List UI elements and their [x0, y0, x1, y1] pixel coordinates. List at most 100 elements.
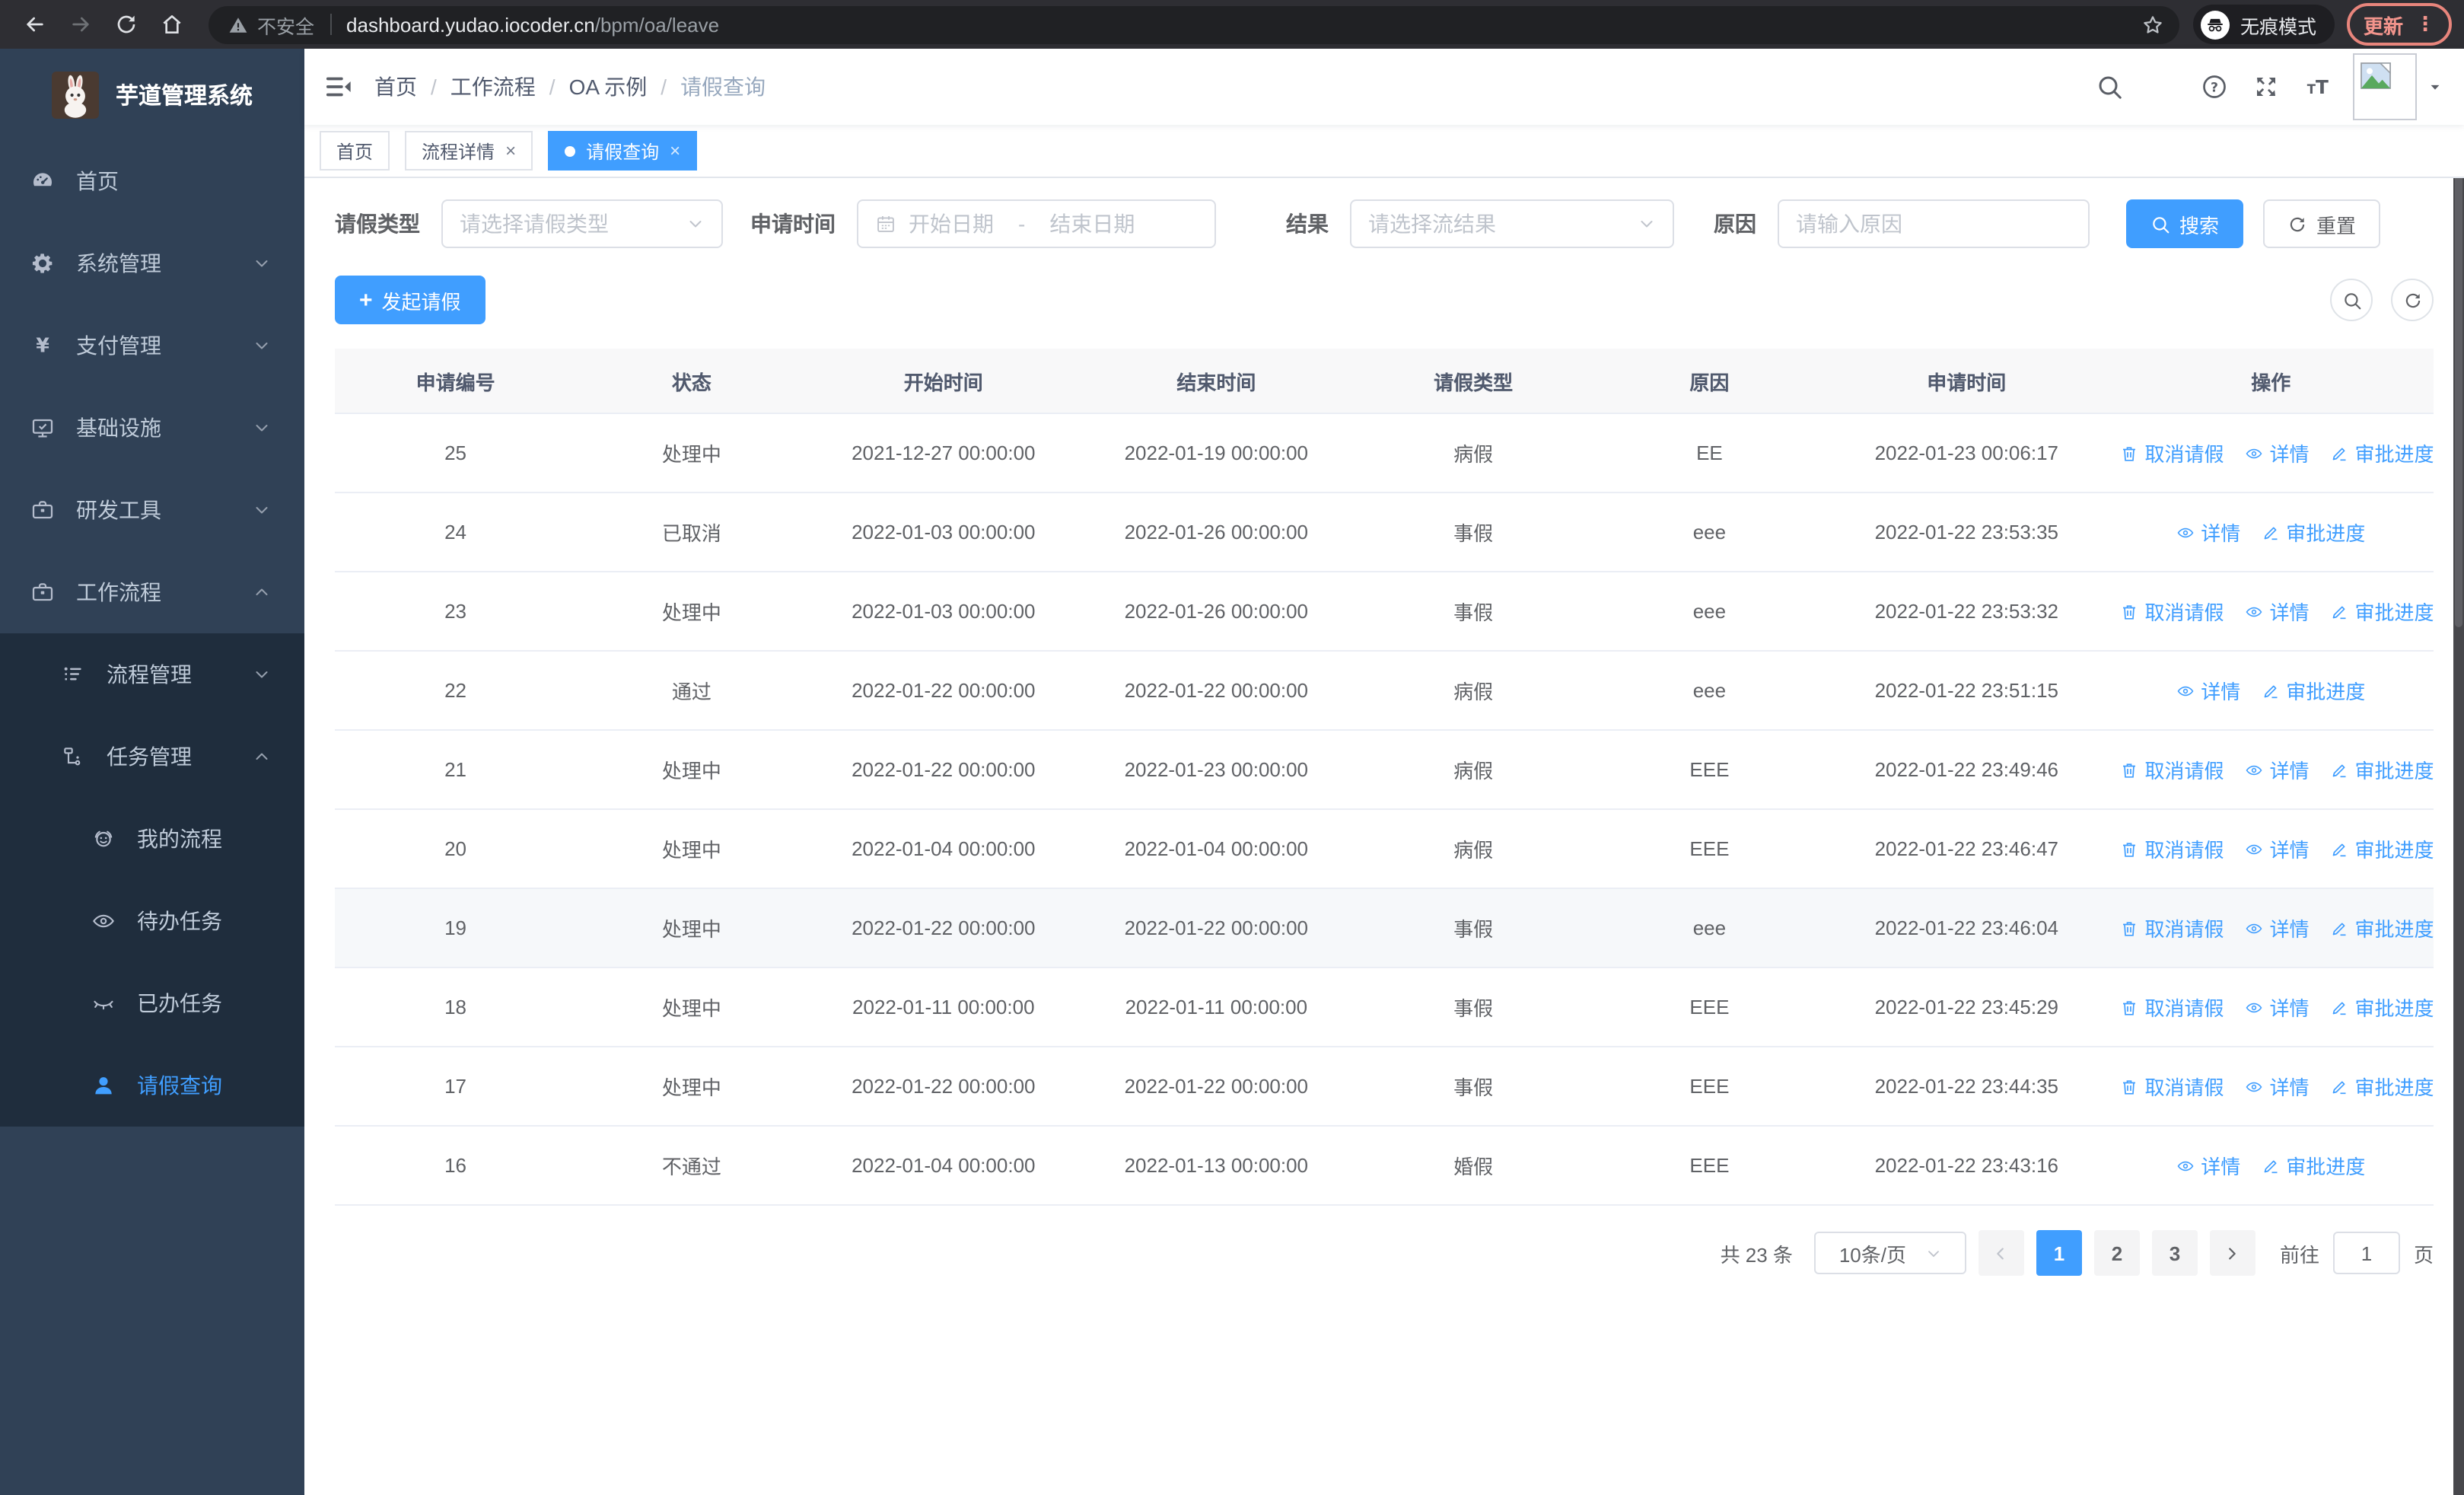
- action-cancel-link[interactable]: 取消请假: [2120, 993, 2224, 1022]
- browser-back-icon[interactable]: [15, 5, 55, 44]
- reset-button[interactable]: 重置: [2263, 199, 2381, 248]
- pencil-icon: [2331, 444, 2349, 462]
- fullscreen-icon[interactable]: [2252, 73, 2280, 100]
- svg-text:¥: ¥: [36, 334, 49, 357]
- action-progress-link[interactable]: 审批进度: [2331, 1072, 2434, 1101]
- chevron-right-icon: [2224, 1245, 2241, 1261]
- chevron-down-icon: [253, 254, 271, 273]
- action-cancel-link[interactable]: 取消请假: [2120, 834, 2224, 863]
- browser-menu-icon[interactable]: ⋮: [2415, 12, 2435, 37]
- range-separator: -: [1018, 212, 1026, 236]
- action-cancel-link[interactable]: 取消请假: [2120, 438, 2224, 467]
- action-progress-link[interactable]: 审批进度: [2331, 834, 2434, 863]
- sidebar-item-system[interactable]: 系统管理: [0, 222, 304, 304]
- next-page-button[interactable]: [2209, 1230, 2255, 1276]
- browser-update-button[interactable]: 更新 ⋮: [2346, 3, 2452, 46]
- action-progress-link[interactable]: 审批进度: [2331, 993, 2434, 1022]
- close-icon[interactable]: ×: [505, 142, 516, 160]
- prev-page-button[interactable]: [1978, 1230, 2024, 1276]
- address-bar[interactable]: 不安全 dashboard.yudao.iocoder.cn/bpm/oa/le…: [209, 5, 2179, 43]
- action-progress-link[interactable]: 审批进度: [2262, 518, 2365, 547]
- app-logo[interactable]: 芋道管理系统: [0, 49, 304, 140]
- action-detail-link[interactable]: 详情: [2245, 1072, 2310, 1101]
- action-detail-link[interactable]: 详情: [2245, 834, 2310, 863]
- browser-reload-icon[interactable]: [107, 5, 146, 44]
- breadcrumb-item[interactable]: OA 示例: [569, 72, 648, 102]
- action-detail-link[interactable]: 详情: [2245, 913, 2310, 942]
- reason-input[interactable]: [1778, 199, 2090, 248]
- create-leave-button[interactable]: + 发起请假: [335, 276, 485, 324]
- action-label: 审批进度: [2354, 997, 2434, 1020]
- action-progress-link[interactable]: 审批进度: [2262, 1151, 2365, 1180]
- goto-page-input[interactable]: [2332, 1232, 2400, 1274]
- action-progress-link[interactable]: 审批进度: [2331, 755, 2434, 784]
- refresh-table-button[interactable]: [2391, 279, 2434, 321]
- sidebar-item-task-mgmt[interactable]: 任务管理: [0, 716, 304, 798]
- page-button-2[interactable]: 2: [2093, 1230, 2140, 1276]
- sidebar-item-leave-query[interactable]: 请假查询: [0, 1044, 304, 1127]
- breadcrumb-item[interactable]: 工作流程: [450, 72, 536, 102]
- page-size-select[interactable]: 10条/页: [1813, 1232, 1966, 1274]
- action-cancel-link[interactable]: 取消请假: [2120, 597, 2224, 626]
- apply-time-range-picker[interactable]: 开始日期 - 结束日期: [857, 199, 1216, 248]
- page-button-3[interactable]: 3: [2151, 1230, 2198, 1276]
- page-scrollbar[interactable]: [2453, 49, 2464, 1495]
- help-icon[interactable]: ?: [2201, 73, 2228, 100]
- action-progress-link[interactable]: 审批进度: [2331, 913, 2434, 942]
- bookmark-star-icon[interactable]: [2137, 8, 2170, 41]
- action-progress-link[interactable]: 审批进度: [2331, 597, 2434, 626]
- tab-label: 流程详情: [422, 141, 495, 162]
- eye-off-icon: [91, 991, 116, 1015]
- pencil-icon: [2331, 998, 2349, 1016]
- action-detail-link[interactable]: 详情: [2245, 755, 2310, 784]
- browser-home-icon[interactable]: [152, 5, 192, 44]
- action-cancel-link[interactable]: 取消请假: [2120, 755, 2224, 784]
- tab-请假查询[interactable]: 请假查询 ×: [548, 131, 698, 171]
- browser-forward-icon[interactable]: [61, 5, 100, 44]
- eye-icon: [2176, 681, 2195, 700]
- sidebar-item-dev-tools[interactable]: 研发工具: [0, 469, 304, 551]
- collapse-sidebar-icon[interactable]: [323, 72, 353, 102]
- action-label: 取消请假: [2144, 1076, 2224, 1099]
- action-progress-link[interactable]: 审批进度: [2331, 438, 2434, 467]
- toggle-search-button[interactable]: [2330, 279, 2373, 321]
- sidebar-item-payment[interactable]: ¥ 支付管理: [0, 304, 304, 387]
- cell-reason: EEE: [1593, 967, 1826, 1047]
- action-cancel-link[interactable]: 取消请假: [2120, 913, 2224, 942]
- close-icon[interactable]: ×: [670, 142, 680, 160]
- sidebar-item-label: 流程管理: [107, 662, 192, 687]
- search-button[interactable]: 搜索: [2126, 199, 2244, 248]
- action-progress-link[interactable]: 审批进度: [2262, 676, 2365, 705]
- result-select[interactable]: 请选择流结果: [1350, 199, 1674, 248]
- action-detail-link[interactable]: 详情: [2176, 518, 2240, 547]
- sidebar-item-workflow[interactable]: 工作流程: [0, 551, 304, 633]
- breadcrumb-item[interactable]: 首页: [374, 72, 417, 102]
- action-cancel-link[interactable]: 取消请假: [2120, 1072, 2224, 1101]
- cell-applied: 2022-01-22 23:46:04: [1825, 888, 2109, 968]
- leave-type-select[interactable]: 请选择请假类型: [441, 199, 723, 248]
- tab-流程详情[interactable]: 流程详情 ×: [405, 131, 533, 171]
- action-detail-link[interactable]: 详情: [2176, 676, 2240, 705]
- github-icon[interactable]: [2147, 72, 2176, 101]
- font-size-icon[interactable]: TT: [2304, 73, 2332, 100]
- cell-id: 22: [335, 651, 577, 731]
- search-icon[interactable]: [2096, 73, 2123, 100]
- trash-icon: [2120, 1077, 2138, 1095]
- sidebar-item-process-mgmt[interactable]: 流程管理: [0, 633, 304, 716]
- sidebar-item-infrastructure[interactable]: 基础设施: [0, 387, 304, 469]
- sidebar-item-home[interactable]: 首页: [0, 140, 304, 222]
- sidebar-item-todo-tasks[interactable]: 待办任务: [0, 880, 304, 962]
- tab-首页[interactable]: 首页: [320, 131, 390, 171]
- page-button-1[interactable]: 1: [2036, 1230, 2082, 1276]
- logo-rabbit-image: [51, 71, 99, 118]
- avatar[interactable]: [2353, 53, 2417, 120]
- action-detail-link[interactable]: 详情: [2245, 597, 2310, 626]
- sidebar-item-done-tasks[interactable]: 已办任务: [0, 962, 304, 1044]
- action-detail-link[interactable]: 详情: [2245, 993, 2310, 1022]
- action-detail-link[interactable]: 详情: [2245, 438, 2310, 467]
- action-label: 取消请假: [2144, 839, 2224, 862]
- eye-icon: [2245, 760, 2263, 779]
- avatar-caret-down-icon[interactable]: [2427, 79, 2443, 94]
- action-detail-link[interactable]: 详情: [2176, 1151, 2240, 1180]
- sidebar-item-my-process[interactable]: 我的流程: [0, 798, 304, 880]
